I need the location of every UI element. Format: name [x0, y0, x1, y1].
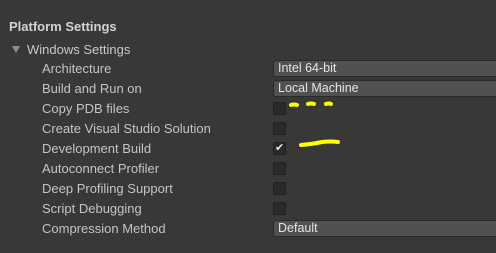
page-title: Platform Settings — [9, 19, 117, 34]
copy-pdb-files-row: Copy PDB files — [0, 99, 496, 119]
script-debugging-label: Script Debugging — [42, 201, 142, 216]
checkmark-icon: ✔ — [275, 141, 285, 154]
deep-profiling-support-label: Deep Profiling Support — [42, 181, 173, 196]
build-and-run-on-row: Build and Run on Local Machine — [0, 79, 496, 99]
development-build-row: Development Build ✔ — [0, 139, 496, 159]
create-vs-solution-row: Create Visual Studio Solution — [0, 119, 496, 139]
autoconnect-profiler-label: Autoconnect Profiler — [42, 161, 160, 176]
create-vs-solution-label: Create Visual Studio Solution — [42, 121, 211, 136]
chevron-down-icon[interactable] — [12, 46, 20, 53]
windows-settings-foldout[interactable]: Windows Settings — [12, 40, 130, 58]
compression-method-dropdown[interactable]: Default — [273, 220, 496, 237]
development-build-checkbox[interactable]: ✔ — [273, 141, 286, 155]
architecture-row: Architecture Intel 64-bit — [0, 59, 496, 79]
script-debugging-checkbox[interactable] — [273, 202, 286, 215]
deep-profiling-support-row: Deep Profiling Support — [0, 179, 496, 199]
autoconnect-profiler-row: Autoconnect Profiler — [0, 159, 496, 179]
script-debugging-row: Script Debugging — [0, 199, 496, 219]
architecture-label: Architecture — [42, 61, 112, 76]
autoconnect-profiler-checkbox[interactable] — [273, 162, 286, 175]
build-and-run-on-dropdown[interactable]: Local Machine — [273, 80, 496, 97]
platform-settings-panel: Platform Settings Windows Settings Archi… — [0, 0, 496, 253]
copy-pdb-files-label: Copy PDB files — [42, 101, 130, 116]
compression-method-row: Compression Method Default — [0, 219, 496, 239]
compression-method-label: Compression Method — [42, 221, 166, 236]
copy-pdb-files-checkbox[interactable] — [273, 102, 286, 115]
create-vs-solution-checkbox[interactable] — [273, 122, 286, 135]
foldout-label: Windows Settings — [27, 41, 131, 57]
architecture-dropdown[interactable]: Intel 64-bit — [273, 60, 496, 77]
build-and-run-on-label: Build and Run on — [42, 81, 142, 96]
development-build-label: Development Build — [42, 141, 152, 156]
deep-profiling-support-checkbox[interactable] — [273, 182, 286, 195]
